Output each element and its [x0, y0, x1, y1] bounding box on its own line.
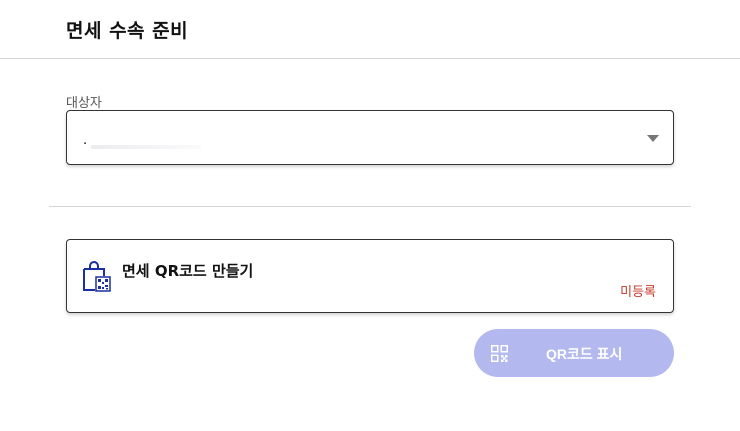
page-title: 면세 수속 준비	[66, 20, 189, 42]
header: 면세 수속 준비	[0, 0, 740, 59]
target-select-value: .	[83, 133, 88, 148]
registration-status: 미등록	[620, 285, 656, 300]
create-qr-title: 면세 QR코드 만들기	[122, 262, 254, 280]
qr-code-icon	[491, 345, 508, 362]
create-qr-card[interactable]: 면세 QR코드 만들기 미등록	[66, 239, 674, 313]
show-qr-label: QR코드 표시	[546, 346, 623, 362]
target-label: 대상자	[66, 96, 102, 111]
shopping-bag-qr-icon	[83, 261, 111, 292]
show-qr-button[interactable]: QR코드 표시	[474, 329, 674, 377]
target-select-obscured-text	[91, 145, 201, 149]
section-divider	[49, 206, 691, 207]
target-select[interactable]: .	[66, 110, 674, 165]
caret-down-icon	[647, 135, 659, 142]
